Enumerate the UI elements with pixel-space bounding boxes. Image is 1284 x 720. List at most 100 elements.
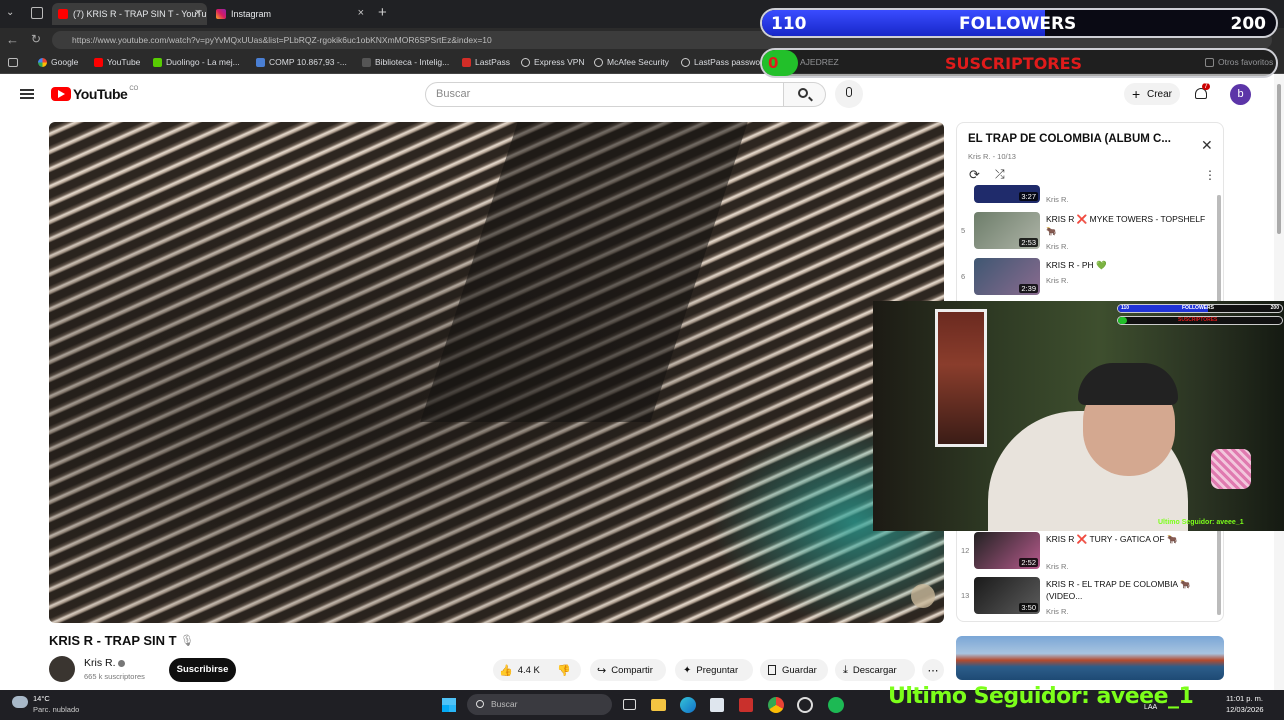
channel-watermark-icon[interactable] (911, 584, 935, 608)
clock-date[interactable]: 12/03/2026 (1226, 705, 1264, 714)
mini-last-follower: Ultimo Seguidor: aveee_1 (1158, 519, 1244, 526)
video-title: KRIS R - TRAP SIN T (49, 633, 177, 648)
video-player[interactable] (49, 122, 944, 623)
microphone-icon (846, 87, 852, 97)
tab-menu-chevron-icon[interactable]: ⌄ (6, 7, 20, 21)
bookmark-expressvpn[interactable]: Express VPN (521, 57, 585, 67)
duration-badge: 2:39 (1019, 284, 1038, 293)
office-app-icon[interactable] (739, 698, 753, 712)
share-button[interactable]: ↪ Compartir (590, 659, 666, 681)
bookmark-google[interactable]: Google (38, 57, 78, 67)
recommended-video-thumbnail[interactable] (956, 636, 1224, 680)
playlist-item[interactable]: 6 2:39 KRIS R - PH 💚 Kris R. (957, 258, 1223, 302)
close-tab-icon[interactable]: × (195, 7, 201, 19)
bookmark-lastpass[interactable]: LastPass (462, 57, 510, 67)
mini-subs-indicator (1118, 317, 1127, 324)
more-actions-button[interactable]: ⋯ (922, 659, 944, 681)
playlist-item[interactable]: 12 2:52 KRIS R ❌ TURY - GATICA OF 🐂 Kris… (957, 532, 1223, 576)
microphone-emoji-icon: 🎙 (180, 635, 194, 647)
dislike-button[interactable]: 👎 (549, 659, 581, 681)
notifications-button[interactable]: 7 (1194, 83, 1210, 102)
lastpass-icon (462, 57, 471, 67)
bookmark-comp[interactable]: COMP 10.867,93 -... (256, 57, 347, 67)
share-label: Compartir (611, 664, 653, 676)
thumbs-down-icon: 👎 (557, 664, 571, 677)
playlist-item-channel: Kris R. (1046, 562, 1069, 571)
youtube-logo[interactable]: YouTube CO (51, 86, 138, 102)
playlist-title[interactable]: EL TRAP DE COLOMBIA (ÁLBUM C... (968, 133, 1188, 145)
account-avatar[interactable]: b (1230, 84, 1251, 105)
bookmark-mcafee[interactable]: McAfee Security (594, 57, 669, 67)
new-tab-button[interactable]: + (378, 4, 387, 21)
playlist-item-channel: Kris R. (1046, 607, 1069, 616)
channel-avatar[interactable] (49, 656, 75, 682)
page-icon (256, 57, 265, 67)
bookmark-label: Biblioteca - Intelig... (375, 57, 450, 67)
tab-instagram[interactable]: Instagram × (210, 3, 370, 25)
instagram-favicon-icon (216, 9, 226, 19)
thumbs-up-icon: 👍 (499, 664, 513, 677)
search-input[interactable]: Buscar (425, 82, 784, 107)
ask-label: Preguntar (696, 664, 739, 676)
store-icon[interactable] (710, 698, 724, 712)
mini-subs-goal-bar: SUSCRIPTORES (1117, 316, 1283, 325)
bookmark-biblioteca[interactable]: Biblioteca - Intelig... (362, 57, 449, 67)
back-icon[interactable]: ← (6, 32, 19, 47)
bookmark-youtube[interactable]: YouTube (94, 57, 140, 67)
bookmark-label: LastPass (475, 57, 510, 67)
youtube-logo-text: YouTube (73, 86, 128, 102)
task-view-icon[interactable] (623, 699, 636, 710)
webcam-microphone (1211, 449, 1251, 489)
voice-search-button[interactable] (835, 80, 863, 108)
playlist-item-title: KRIS R ❌ TURY - GATICA OF 🐂 (1046, 534, 1178, 544)
weather-temperature[interactable]: 14°C (33, 694, 50, 703)
like-button[interactable]: 👍 4.4 K (493, 659, 549, 681)
hamburger-menu-icon[interactable] (20, 89, 34, 99)
last-follower-overlay: Ultimo Seguidor: aveee_1 (888, 684, 1194, 709)
search-icon (476, 700, 484, 708)
mini-followers-label: FOLLOWERS (1182, 305, 1214, 311)
mini-subs-label: SUSCRIPTORES (1178, 317, 1218, 323)
bookmark-label: YouTube (107, 57, 141, 67)
tab-youtube[interactable]: (7) KRIS R - TRAP SIN T - YouTube × (52, 3, 207, 25)
page-icon (362, 57, 371, 67)
windows-start-icon[interactable] (442, 698, 456, 712)
playlist-item[interactable]: 5 2:53 KRIS R ❌ MYKE TOWERS - TOPSHELF 🐂… (957, 212, 1223, 256)
workspaces-icon[interactable] (31, 7, 43, 19)
playlist-item[interactable]: 13 3:50 KRIS R - EL TRAP DE COLOMBIA 🐂 (… (957, 577, 1223, 621)
save-button[interactable]: Guardar (760, 659, 828, 681)
download-button[interactable]: ⤓ Descargar (835, 659, 915, 681)
plus-icon: + (1132, 86, 1141, 102)
close-tab-icon[interactable]: × (358, 7, 364, 19)
create-button[interactable]: + Crear (1124, 83, 1180, 105)
webcam-painting (935, 309, 987, 447)
reload-icon[interactable]: ↻ (31, 32, 41, 46)
clock-time[interactable]: 11:01 p. m. (1226, 694, 1263, 703)
channel-name[interactable]: Kris R. (84, 657, 116, 669)
followers-label: FOLLOWERS (959, 14, 1077, 34)
subscribe-button[interactable]: Suscribirse (169, 658, 236, 682)
search-button[interactable] (784, 82, 826, 107)
edge-icon[interactable] (680, 697, 696, 713)
file-explorer-icon[interactable] (651, 699, 666, 711)
subscriber-count: 665 k suscriptores (84, 672, 145, 681)
weather-condition[interactable]: Parc. nublado (33, 705, 79, 714)
playlist-item-title: KRIS R - PH 💚 (1046, 260, 1107, 270)
app-icon[interactable] (797, 697, 813, 713)
close-playlist-icon[interactable]: ✕ (1201, 137, 1213, 154)
duration-badge: 3:27 (1019, 192, 1038, 201)
spotify-icon[interactable] (828, 697, 844, 713)
playlist-thumbnail: 2:52 (974, 532, 1040, 569)
ask-button[interactable]: ✦ Preguntar (675, 659, 753, 681)
playlist-item-index: 13 (961, 591, 970, 600)
followers-goal-bar: 110 FOLLOWERS 200 (760, 8, 1278, 38)
chrome-icon[interactable] (768, 697, 784, 713)
subs-current: 0 (768, 54, 779, 72)
bookmark-duolingo[interactable]: Duolingo - La mej... (153, 57, 240, 67)
weather-icon[interactable] (12, 696, 28, 708)
playlist-thumbnail: 3:50 (974, 577, 1040, 614)
download-label: Descargar (852, 664, 897, 676)
bookmark-lastpass-passwords[interactable]: LastPass passwor (681, 57, 763, 67)
taskbar-search-input[interactable]: Buscar (467, 694, 612, 715)
reading-list-icon[interactable] (8, 58, 18, 67)
